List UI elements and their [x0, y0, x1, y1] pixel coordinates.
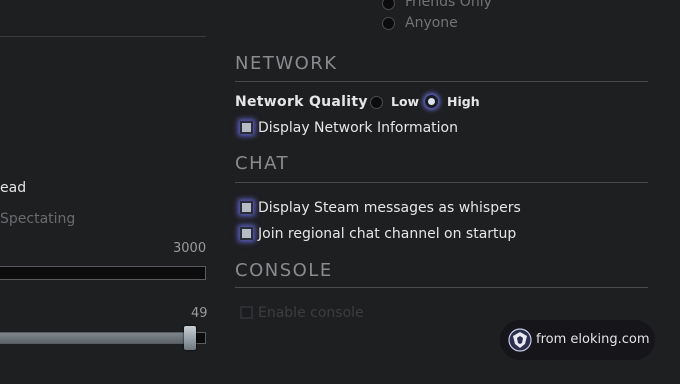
slider1-track[interactable] — [0, 266, 206, 280]
slider2-thumb[interactable] — [184, 326, 196, 350]
console-section-header: CONSOLE — [235, 260, 333, 281]
checkbox-regional-chat[interactable] — [240, 227, 253, 240]
console-section-rule — [235, 287, 648, 288]
network-quality-label: Network Quality — [235, 94, 368, 110]
watermark-text: from eloking.com — [536, 332, 650, 347]
radio-friends-only[interactable] — [382, 0, 395, 10]
checkbox-steam-whispers-label: Display Steam messages as whispers — [258, 200, 521, 216]
radio-anyone[interactable] — [382, 17, 395, 30]
radio-network-low-label: Low — [391, 94, 420, 109]
checkbox-display-network-info-label: Display Network Information — [258, 120, 458, 136]
slider2-value: 49 — [191, 306, 208, 321]
checkbox-regional-chat-label: Join regional chat channel on startup — [258, 226, 517, 242]
network-section-header: NETWORK — [235, 53, 338, 74]
left-option-dead-label: ead — [0, 180, 27, 196]
checkbox-enable-console[interactable] — [240, 306, 253, 319]
left-option-spectating-label: Spectating — [0, 211, 76, 227]
radio-anyone-label: Anyone — [405, 15, 458, 31]
checkbox-display-network-info[interactable] — [240, 121, 253, 134]
slider2-fill — [0, 333, 189, 343]
radio-network-high-label: High — [447, 94, 480, 109]
chat-section-rule — [235, 182, 648, 183]
left-section-divider — [0, 36, 206, 37]
radio-network-high[interactable] — [425, 95, 438, 108]
eloking-logo-icon — [508, 328, 532, 352]
slider2-track[interactable] — [0, 332, 206, 344]
checkbox-steam-whispers[interactable] — [240, 201, 253, 214]
radio-network-low[interactable] — [370, 96, 383, 109]
checkbox-enable-console-label: Enable console — [258, 305, 364, 321]
slider1-value: 3000 — [173, 241, 207, 256]
radio-friends-only-label: Friends Only — [405, 0, 492, 10]
chat-section-header: CHAT — [235, 153, 290, 174]
network-section-rule — [235, 81, 648, 82]
